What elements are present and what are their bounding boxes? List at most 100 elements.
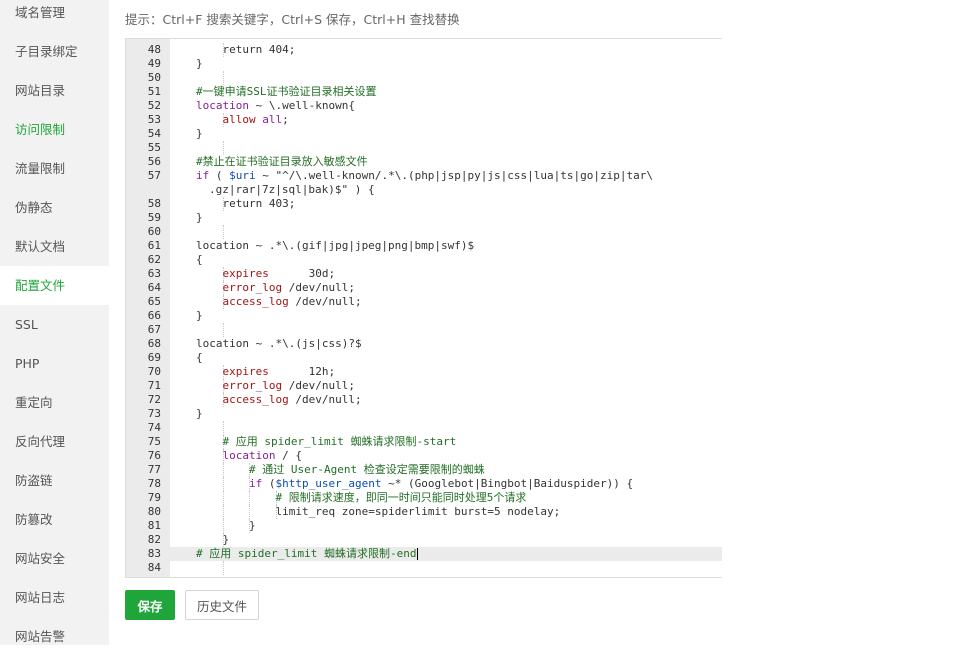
line-number: 75	[147, 435, 161, 448]
code-line: 77 # 通过 User-Agent 检查设定需要限制的蜘蛛	[126, 463, 722, 477]
line-number: 64	[147, 281, 161, 294]
sidebar-item-traffic-limit[interactable]: 流量限制	[0, 149, 109, 188]
sidebar: 域名管理 子目录绑定 网站目录 访问限制 流量限制 伪静态 默认文档 配置文件 SSL PHP 重定…	[0, 0, 109, 645]
sidebar-item-hotlink[interactable]: 防盗链	[0, 461, 109, 500]
sidebar-item-site-alert[interactable]: 网站告警	[0, 617, 109, 656]
line-number: 48	[147, 43, 161, 56]
code-text: }	[196, 407, 203, 421]
sidebar-item-access-limit[interactable]: 访问限制	[0, 110, 109, 149]
code-token: }	[249, 519, 256, 532]
code-line: 76 location / {	[126, 449, 722, 463]
sidebar-item-redirect[interactable]: 重定向	[0, 383, 109, 422]
line-number: 71	[147, 379, 161, 392]
code-text: #一键申请SSL证书验证目录相关设置	[196, 85, 377, 99]
indent-guide	[222, 323, 224, 337]
sidebar-item-tamper[interactable]: 防篡改	[0, 500, 109, 539]
code-line: 53 allow all;	[126, 113, 722, 127]
code-editor[interactable]: 48 return 404; 49} 50 51 #一键申请SSL证书验证目录相关设置 52…	[125, 38, 722, 578]
code-token: access_log	[222, 393, 289, 406]
line-number: 58	[147, 197, 161, 210]
code-line: 55	[126, 141, 722, 155]
indent-guide	[222, 477, 224, 491]
sidebar-item-reverse-proxy[interactable]: 反向代理	[0, 422, 109, 461]
line-number: 70	[147, 365, 161, 378]
indent-guide	[222, 463, 224, 477]
line-number: 77	[147, 463, 161, 476]
sidebar-item-ssl[interactable]: SSL	[0, 305, 109, 344]
code-text: allow all;	[223, 113, 289, 127]
code-line: 68 location ~ .*\.(js|css)?$	[126, 337, 722, 351]
code-token: /dev/null;	[288, 295, 362, 308]
code-token: (	[262, 477, 276, 490]
code-text: access_log /dev/null;	[223, 393, 362, 407]
code-text: # 限制请求速度，即同一时间只能同时处理5个请求	[276, 491, 527, 505]
code-text: location ~ .*\.(js|css)?$	[196, 337, 362, 351]
code-line: 63 expires 30d;	[126, 267, 722, 281]
code-line: 54}	[126, 127, 722, 141]
sidebar-item-default-doc[interactable]: 默认文档	[0, 227, 109, 266]
code-line: 56 #禁止在证书验证目录放入敏感文件	[126, 155, 722, 169]
line-number: 78	[147, 477, 161, 490]
code-token: {	[196, 253, 203, 266]
code-line: 51 #一键申请SSL证书验证目录相关设置	[126, 85, 722, 99]
code-text: access_log /dev/null;	[223, 295, 362, 309]
sidebar-item-config-file[interactable]: 配置文件	[0, 266, 109, 305]
line-number: 69	[147, 351, 161, 364]
code-token: if	[196, 169, 210, 182]
line-number: 50	[147, 71, 161, 84]
code-line: 60	[126, 225, 722, 239]
code-line: 58 return 403;	[126, 197, 722, 211]
code-token: }	[196, 211, 203, 224]
code-token: 30d;	[268, 267, 336, 280]
code-token: }	[196, 407, 203, 420]
code-line: 61 location ~ .*\.(gif|jpg|jpeg|png|bmp|s…	[126, 239, 722, 253]
code-token: ~ \.well-known{	[248, 99, 355, 112]
code-text: location / {	[223, 449, 302, 463]
code-text: # 应用 spider_limit 蜘蛛请求限制-end	[196, 547, 416, 561]
code-text: error_log /dev/null;	[223, 281, 355, 295]
line-number: 74	[147, 421, 161, 434]
code-line: 66}	[126, 309, 722, 323]
indent-guide	[222, 561, 224, 575]
line-number: 68	[147, 337, 161, 350]
sidebar-item-site-log[interactable]: 网站日志	[0, 578, 109, 617]
sidebar-item-site-dir[interactable]: 网站目录	[0, 71, 109, 110]
code-line: 65 access_log /dev/null;	[126, 295, 722, 309]
code-text: }	[223, 533, 230, 547]
line-number: 61	[147, 239, 161, 252]
code-text: return 404;	[223, 43, 296, 57]
indent-guide	[222, 491, 224, 505]
code-text: # 应用 spider_limit 蜘蛛请求限制-start	[223, 435, 457, 449]
sidebar-item-site-security[interactable]: 网站安全	[0, 539, 109, 578]
code-text: limit_req zone=spiderlimit burst=5 nodel…	[276, 505, 561, 519]
code-token: /dev/null;	[282, 379, 355, 392]
sidebar-item-domain[interactable]: 域名管理	[0, 0, 109, 32]
sidebar-item-subdir-bind[interactable]: 子目录绑定	[0, 32, 109, 71]
indent-guide	[249, 505, 250, 519]
code-line: 74	[126, 421, 722, 435]
code-line: 70 expires 12h;	[126, 365, 722, 379]
line-number: 73	[147, 407, 161, 420]
code-text: # 通过 User-Agent 检查设定需要限制的蜘蛛	[249, 463, 485, 477]
code-token: return 403;	[222, 197, 296, 210]
indent-guide	[222, 71, 224, 85]
code-token: if	[249, 477, 263, 490]
line-number: 60	[147, 225, 161, 238]
history-files-button[interactable]: 历史文件	[185, 590, 259, 620]
code-token: location ~ .*\.(gif|jpg|jpeg|png|bmp|swf…	[196, 239, 475, 252]
code-token: /dev/null;	[288, 393, 362, 406]
code-line: .gz|rar|7z|sql|bak)$" ) {	[126, 183, 722, 197]
code-token: # 通过 User-Agent 检查设定需要限制的蜘蛛	[249, 463, 485, 476]
code-text: }	[196, 211, 203, 225]
code-text: location ~ .*\.(gif|jpg|jpeg|png|bmp|swf…	[196, 239, 474, 253]
code-token: ~ "^/\.well-known/.*\.(php|jsp|py|js|css…	[255, 169, 653, 182]
code-text: }	[249, 519, 256, 533]
indent-guide	[222, 225, 224, 239]
code-token: }	[196, 127, 203, 140]
code-token: .gz|rar|7z|sql|bak)$" ) {	[209, 183, 375, 196]
save-button[interactable]: 保存	[125, 590, 175, 620]
code-text: {	[196, 351, 203, 365]
code-token: error_log	[222, 281, 283, 294]
sidebar-item-rewrite[interactable]: 伪静态	[0, 188, 109, 227]
sidebar-item-php[interactable]: PHP	[0, 344, 109, 383]
